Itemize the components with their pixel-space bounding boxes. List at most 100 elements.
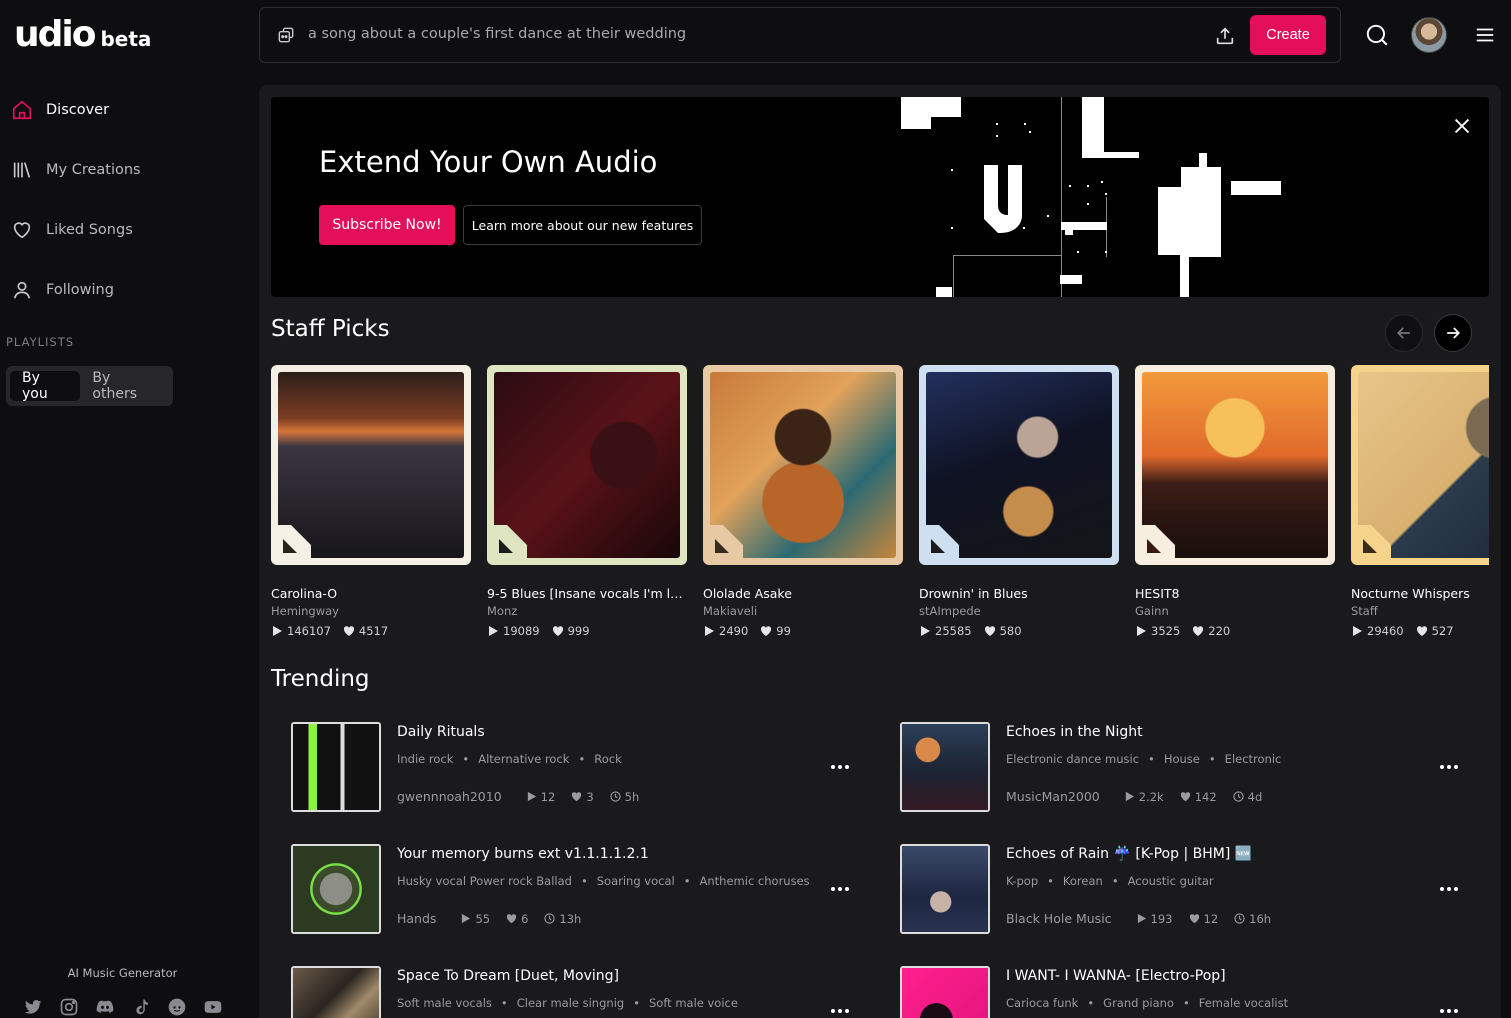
like-count: 3: [571, 790, 594, 804]
song-title[interactable]: Daily Rituals: [397, 724, 485, 740]
song-card-art[interactable]: [703, 365, 903, 565]
song-title[interactable]: Drownin' in Blues: [919, 586, 1115, 601]
tag[interactable]: Korean: [1063, 874, 1103, 888]
instagram-icon[interactable]: [58, 996, 80, 1018]
song-card-art[interactable]: [1351, 365, 1489, 565]
more-options-button[interactable]: [829, 882, 851, 896]
song-title[interactable]: Ololade Asake: [703, 586, 899, 601]
song-card-art[interactable]: [919, 365, 1119, 565]
song-artist[interactable]: Staff: [1351, 604, 1489, 618]
list-item[interactable]: Echoes of Rain ☔️ [K-Pop | BHM] 🆕 K-pop •…: [900, 844, 1470, 936]
song-title[interactable]: HESIT8: [1135, 586, 1331, 601]
logo[interactable]: udio beta: [14, 14, 151, 55]
tag[interactable]: Grand piano: [1103, 996, 1174, 1010]
song-card[interactable]: Nocturne Whispers Staff 29460 527: [1351, 365, 1489, 638]
upload-icon[interactable]: [1214, 25, 1236, 47]
song-artist[interactable]: stAImpede: [919, 604, 1119, 618]
song-thumbnail[interactable]: [900, 966, 990, 1018]
more-options-button[interactable]: [1438, 882, 1460, 896]
song-title[interactable]: Carolina-O: [271, 586, 467, 601]
song-title[interactable]: Echoes in the Night: [1006, 724, 1143, 740]
song-card[interactable]: Carolina-O Hemingway 146107 4517: [271, 365, 471, 638]
song-title[interactable]: Echoes of Rain ☔️ [K-Pop | BHM] 🆕: [1006, 846, 1252, 862]
avatar[interactable]: [1411, 17, 1447, 53]
song-card[interactable]: Drownin' in Blues stAImpede 25585 580: [919, 365, 1119, 638]
tag[interactable]: Indie rock: [397, 752, 453, 766]
list-item[interactable]: Space To Dream [Duet, Moving] Soft male …: [291, 966, 861, 1018]
song-card[interactable]: 9-5 Blues [Insane vocals I'm lit... Monz…: [487, 365, 687, 638]
tab-by-you[interactable]: By you: [10, 370, 81, 402]
song-card-art[interactable]: [487, 365, 687, 565]
tag[interactable]: Anthemic choruses: [700, 874, 810, 888]
prompt-input[interactable]: a song about a couple's first dance at t…: [308, 26, 686, 42]
menu-icon[interactable]: [1474, 24, 1496, 46]
song-thumbnail[interactable]: [900, 844, 990, 934]
tiktok-icon[interactable]: [130, 996, 152, 1018]
close-icon[interactable]: [1451, 115, 1473, 137]
list-item[interactable]: Daily Rituals Indie rock • Alternative roc…: [291, 722, 861, 814]
song-tags: Husky vocal Power rock Ballad • Soaring vo…: [397, 874, 810, 888]
sidebar-item-discover[interactable]: Discover: [0, 80, 245, 140]
carousel-next-button[interactable]: [1434, 314, 1472, 352]
tag[interactable]: Clear male singnig: [517, 996, 624, 1010]
song-title[interactable]: Your memory burns ext v1.1.1.1.2.1: [397, 846, 649, 862]
song-artist[interactable]: Monz: [487, 604, 687, 618]
song-artist[interactable]: Hands: [397, 911, 436, 926]
song-title[interactable]: Nocturne Whispers: [1351, 586, 1489, 601]
song-artist[interactable]: gwennnoah2010: [397, 789, 502, 804]
song-thumbnail[interactable]: [291, 844, 381, 934]
song-thumbnail[interactable]: [900, 722, 990, 812]
subscribe-button[interactable]: Subscribe Now!: [319, 205, 455, 245]
song-card[interactable]: Ololade Asake Makiaveli 2490 99: [703, 365, 903, 638]
tag[interactable]: Rock: [594, 752, 622, 766]
heart-icon: [10, 218, 34, 242]
tag[interactable]: Soft male voice: [649, 996, 738, 1010]
song-artist[interactable]: Makiaveli: [703, 604, 903, 618]
create-button[interactable]: Create: [1250, 15, 1326, 55]
tag[interactable]: Alternative rock: [478, 752, 569, 766]
tag[interactable]: K-pop: [1006, 874, 1038, 888]
list-item[interactable]: Echoes in the Night Electronic dance mus…: [900, 722, 1470, 814]
sidebar-item-following[interactable]: Following: [0, 260, 245, 320]
tab-by-others[interactable]: By others: [80, 370, 169, 402]
more-options-button[interactable]: [1438, 1004, 1460, 1018]
reddit-icon[interactable]: [166, 996, 188, 1018]
tag[interactable]: Soft male vocals: [397, 996, 492, 1010]
learn-more-button[interactable]: Learn more about our new features: [463, 205, 702, 245]
sidebar-item-liked-songs[interactable]: Liked Songs: [0, 200, 245, 260]
song-artist[interactable]: MusicMan2000: [1006, 789, 1100, 804]
list-item[interactable]: Your memory burns ext v1.1.1.1.2.1 Husky…: [291, 844, 861, 936]
tag[interactable]: Acoustic guitar: [1128, 874, 1214, 888]
song-title[interactable]: I WANT- I WANNA- [Electro-Pop]: [1006, 968, 1226, 984]
song-thumbnail[interactable]: [291, 722, 381, 812]
tag[interactable]: Husky vocal Power rock Ballad: [397, 874, 572, 888]
tag[interactable]: Electronic: [1225, 752, 1282, 766]
shuffle-prompt-icon[interactable]: [276, 25, 296, 45]
tag[interactable]: Electronic dance music: [1006, 752, 1139, 766]
song-artist[interactable]: Hemingway: [271, 604, 471, 618]
discord-icon[interactable]: [94, 996, 116, 1018]
search-icon[interactable]: [1364, 22, 1390, 48]
song-age: 13h: [544, 912, 581, 926]
song-title[interactable]: 9-5 Blues [Insane vocals I'm lit...: [487, 586, 683, 601]
tag[interactable]: Soaring vocal: [597, 874, 675, 888]
song-card[interactable]: HESIT8 Gainn 3525 220: [1135, 365, 1335, 638]
sidebar-item-my-creations[interactable]: My Creations: [0, 140, 245, 200]
song-artist[interactable]: Black Hole Music: [1006, 911, 1112, 926]
youtube-icon[interactable]: [202, 996, 224, 1018]
more-options-button[interactable]: [1438, 760, 1460, 774]
song-card-art[interactable]: [1135, 365, 1335, 565]
tag[interactable]: Female vocalist: [1199, 996, 1288, 1010]
more-options-button[interactable]: [829, 1004, 851, 1018]
tag[interactable]: Carioca funk: [1006, 996, 1078, 1010]
tag[interactable]: House: [1164, 752, 1200, 766]
list-item[interactable]: I WANT- I WANNA- [Electro-Pop] Carioca f…: [900, 966, 1470, 1018]
song-card-art[interactable]: [271, 365, 471, 565]
song-artist[interactable]: Gainn: [1135, 604, 1335, 618]
prompt-bar: a song about a couple's first dance at t…: [259, 7, 1341, 63]
carousel-prev-button[interactable]: [1385, 314, 1423, 352]
more-options-button[interactable]: [829, 760, 851, 774]
song-thumbnail[interactable]: [291, 966, 381, 1018]
twitter-icon[interactable]: [22, 996, 44, 1018]
song-title[interactable]: Space To Dream [Duet, Moving]: [397, 968, 619, 984]
